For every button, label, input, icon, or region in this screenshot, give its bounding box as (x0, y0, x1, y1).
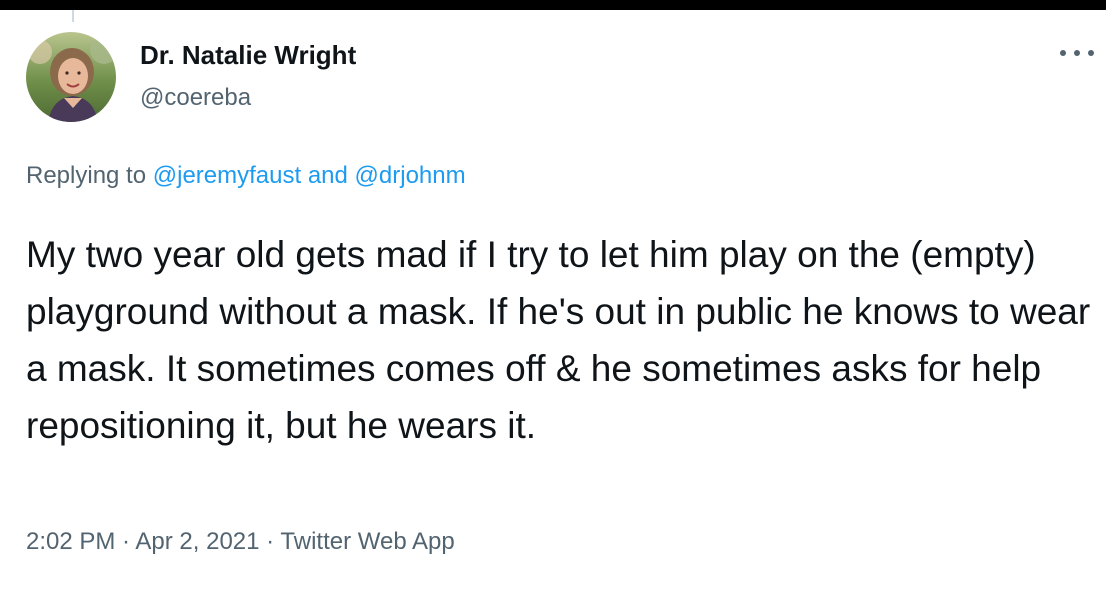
mention-link-jeremyfaust[interactable]: @jeremyfaust (153, 162, 301, 189)
tweet-source[interactable]: Twitter Web App (280, 528, 454, 555)
thread-connector-line (72, 10, 74, 22)
mention-link-drjohnm[interactable]: @drjohnm (355, 162, 466, 189)
author-display-name[interactable]: Dr. Natalie Wright (140, 40, 356, 71)
ellipsis-icon (1060, 50, 1066, 56)
profile-photo-icon (26, 32, 116, 122)
tweet-text: My two year old gets mad if I try to let… (26, 234, 1091, 446)
reply-context: Replying to @jeremyfaust and @drjohnm (26, 162, 466, 190)
ellipsis-icon-dot (1074, 50, 1080, 56)
avatar[interactable] (26, 32, 116, 122)
more-options-button[interactable] (1060, 42, 1094, 64)
tweet-time[interactable]: 2:02 PM (26, 528, 115, 555)
tweet-metadata: 2:02 PM · Apr 2, 2021 · Twitter Web App (26, 528, 455, 556)
meta-separator: · (115, 528, 136, 555)
tweet-date[interactable]: Apr 2, 2021 (135, 528, 259, 555)
reply-prefix: Replying to (26, 162, 153, 189)
ellipsis-icon-dot (1088, 50, 1094, 56)
author-handle[interactable]: @coereba (140, 84, 251, 112)
tweet-card: Dr. Natalie Wright @coereba Replying to … (0, 10, 1106, 593)
reply-conjunction: and (301, 162, 355, 189)
meta-separator: · (259, 528, 281, 555)
